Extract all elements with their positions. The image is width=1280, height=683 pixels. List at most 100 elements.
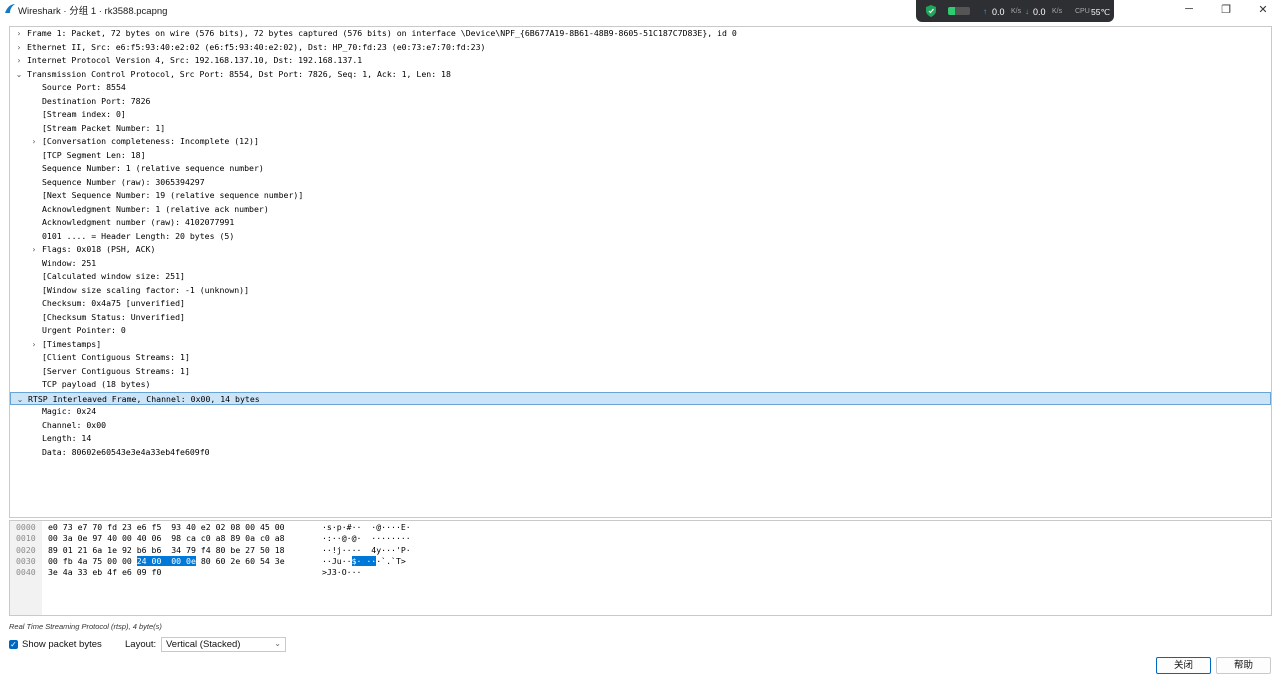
tree-row[interactable]: Window: 251	[10, 257, 1271, 270]
network-monitor-widget: ↑ 0.0 K/s ↓ 0.0 K/s CPU 55℃	[916, 0, 1114, 22]
tree-row-label: Internet Protocol Version 4, Src: 192.16…	[27, 55, 363, 65]
highlighted-ascii-bytes: $· ··	[351, 555, 377, 566]
tree-row[interactable]: 0101 .... = Header Length: 20 bytes (5)	[10, 230, 1271, 243]
tree-row-label: RTSP Interleaved Frame, Channel: 0x00, 1…	[28, 393, 260, 404]
packet-details-tree[interactable]: › Frame 1: Packet, 72 bytes on wire (576 …	[9, 26, 1272, 518]
ascii-segment: ·:··@·@· ········	[322, 533, 411, 544]
close-button[interactable]: 关闭	[1156, 657, 1211, 674]
status-text: Real Time Streaming Protocol (rtsp), 4 b…	[9, 622, 162, 631]
tree-row[interactable]: [TCP Segment Len: 18]	[10, 149, 1271, 162]
tree-row-label: [Next Sequence Number: 19 (relative sequ…	[42, 190, 304, 200]
tree-row-label: [Calculated window size: 251]	[42, 271, 185, 281]
cpu-temperature: 55℃	[1091, 7, 1111, 17]
hex-segment: 00 3a 0e 97 40 00 40 06 98 ca c0 a8 89 0…	[48, 533, 285, 544]
tree-row-label: Window: 251	[42, 257, 97, 268]
chevron-down-icon[interactable]: ⌄	[15, 393, 25, 406]
tree-row[interactable]: [Stream index: 0]	[10, 108, 1271, 121]
chevron-down-icon[interactable]: ⌄	[14, 68, 24, 81]
chevron-right-icon[interactable]: ›	[14, 41, 24, 54]
tree-row-label: Sequence Number (raw): 3065394297	[42, 176, 205, 187]
tree-row-label: Acknowledgment Number: 1 (relative ack n…	[42, 203, 269, 214]
tree-row[interactable]: ⌄ RTSP Interleaved Frame, Channel: 0x00, …	[10, 391, 1271, 406]
show-packet-bytes-label[interactable]: Show packet bytes	[22, 639, 102, 650]
ascii-bytes[interactable]: ··Ju··$· ···`.`T>	[322, 555, 406, 568]
tree-row[interactable]: [Stream Packet Number: 1]	[10, 122, 1271, 135]
cpu-label: CPU	[1075, 8, 1090, 15]
tree-row[interactable]: › Frame 1: Packet, 72 bytes on wire (576 …	[10, 27, 1271, 40]
byte-offset: 0020	[16, 544, 36, 555]
chevron-right-icon[interactable]: ›	[29, 243, 39, 256]
hex-bytes[interactable]: 00 fb 4a 75 00 00 24 00 00 0e 80 60 2e 6…	[48, 555, 285, 568]
tree-row[interactable]: › Internet Protocol Version 4, Src: 192.1…	[10, 54, 1271, 67]
hex-segment: 89 01 21 6a 1e 92 b6 b6 34 79 f4 80 be 2…	[48, 544, 285, 555]
tree-row[interactable]: Urgent Pointer: 0	[10, 324, 1271, 337]
tree-row-label: [Timestamps]	[42, 338, 102, 349]
tree-row[interactable]: ⌄ Transmission Control Protocol, Src Port…	[10, 68, 1271, 81]
layout-select[interactable]: Vertical (Stacked) ⌄	[161, 637, 286, 652]
tree-row[interactable]: Source Port: 8554	[10, 81, 1271, 94]
chevron-right-icon[interactable]: ›	[29, 135, 39, 148]
chevron-right-icon[interactable]: ›	[14, 54, 24, 67]
tree-row[interactable]: › [Conversation completeness: Incomplete …	[10, 135, 1271, 148]
ascii-bytes[interactable]: ·s·p·#·· ·@····E·	[322, 522, 411, 534]
tree-row[interactable]: Length: 14	[10, 432, 1271, 445]
packet-bytes-pane[interactable]: 0000 e0 73 e7 70 fd 23 e6 f5 93 40 e2 02 …	[9, 520, 1272, 616]
battery-icon	[948, 7, 970, 15]
tree-row[interactable]: Sequence Number: 1 (relative sequence nu…	[10, 162, 1271, 175]
chevron-right-icon[interactable]: ›	[29, 338, 39, 351]
hex-bytes[interactable]: 00 3a 0e 97 40 00 40 06 98 ca c0 a8 89 0…	[48, 533, 285, 545]
tree-row[interactable]: Data: 80602e60543e3e4a33eb4fe609f0	[10, 446, 1271, 459]
tree-row-label: Source Port: 8554	[42, 82, 126, 92]
ascii-bytes[interactable]: ·:··@·@· ········	[322, 533, 411, 545]
download-unit: K/s	[1052, 8, 1063, 15]
hex-segment: e0 73 e7 70 fd 23 e6 f5 93 40 e2 02 08 0…	[48, 522, 285, 532]
chevron-right-icon[interactable]: ›	[14, 27, 24, 40]
tree-row[interactable]: Destination Port: 7826	[10, 95, 1271, 108]
download-arrow-icon: ↓	[1025, 7, 1029, 16]
hex-bytes[interactable]: e0 73 e7 70 fd 23 e6 f5 93 40 e2 02 08 0…	[48, 522, 285, 534]
shield-icon	[926, 5, 936, 17]
tree-row[interactable]: › Ethernet II, Src: e6:f5:93:40:e2:02 (e6…	[10, 41, 1271, 54]
upload-rate: 0.0	[992, 7, 1005, 17]
hex-bytes[interactable]: 89 01 21 6a 1e 92 b6 b6 34 79 f4 80 be 2…	[48, 545, 285, 557]
tree-row[interactable]: [Calculated window size: 251]	[10, 270, 1271, 283]
tree-row[interactable]: Channel: 0x00	[10, 419, 1271, 432]
maximize-button[interactable]: ❐	[1209, 0, 1243, 18]
hex-segment: 80 60 2e 60 54 3e	[195, 555, 285, 566]
tree-row-label: [TCP Segment Len: 18]	[42, 149, 146, 160]
tree-row-label: Destination Port: 7826	[42, 95, 151, 106]
show-packet-bytes-checkbox[interactable]: ✓	[9, 640, 18, 649]
ascii-bytes[interactable]: >J3·O···	[322, 567, 361, 579]
tree-row-label: [Server Contiguous Streams: 1]	[42, 365, 190, 376]
tree-row[interactable]: › Flags: 0x018 (PSH, ACK)	[10, 243, 1271, 256]
tree-row[interactable]: Checksum: 0x4a75 [unverified]	[10, 297, 1271, 310]
byte-offset: 0000	[16, 522, 36, 532]
tree-row[interactable]: [Window size scaling factor: -1 (unknown…	[10, 284, 1271, 297]
tree-row-label: Transmission Control Protocol, Src Port:…	[27, 68, 451, 79]
tree-row-label: Urgent Pointer: 0	[42, 325, 126, 335]
tree-row[interactable]: Acknowledgment Number: 1 (relative ack n…	[10, 203, 1271, 216]
close-window-button[interactable]: ✕	[1246, 0, 1280, 18]
chevron-down-icon: ⌄	[274, 639, 281, 648]
ascii-segment: >J3·O···	[322, 567, 362, 578]
tree-row[interactable]: TCP payload (18 bytes)	[10, 378, 1271, 391]
tree-row[interactable]: Sequence Number (raw): 3065394297	[10, 176, 1271, 189]
tree-row-label: [Checksum Status: Unverified]	[42, 311, 185, 322]
ascii-bytes[interactable]: ··!j···· 4y···'P·	[322, 545, 411, 557]
minimize-button[interactable]: ─	[1172, 0, 1206, 18]
tree-row[interactable]: [Checksum Status: Unverified]	[10, 311, 1271, 324]
help-button[interactable]: 帮助	[1216, 657, 1271, 674]
layout-select-value: Vertical (Stacked)	[166, 639, 241, 650]
tree-row[interactable]: Magic: 0x24	[10, 405, 1271, 418]
tree-row[interactable]: › [Timestamps]	[10, 338, 1271, 351]
tree-row[interactable]: [Server Contiguous Streams: 1]	[10, 365, 1271, 378]
byte-offset: 0030	[16, 555, 36, 566]
tree-row[interactable]: Acknowledgment number (raw): 4102077991	[10, 216, 1271, 229]
tree-row[interactable]: [Client Contiguous Streams: 1]	[10, 351, 1271, 364]
tree-row[interactable]: [Next Sequence Number: 19 (relative sequ…	[10, 189, 1271, 202]
tree-row-label: [Window size scaling factor: -1 (unknown…	[42, 284, 250, 295]
hex-bytes[interactable]: 3e 4a 33 eb 4f e6 09 f0	[48, 567, 161, 579]
upload-arrow-icon: ↑	[983, 7, 987, 16]
tree-row-label: Data: 80602e60543e3e4a33eb4fe609f0	[42, 446, 210, 457]
tree-row-label: TCP payload (18 bytes)	[42, 379, 151, 389]
